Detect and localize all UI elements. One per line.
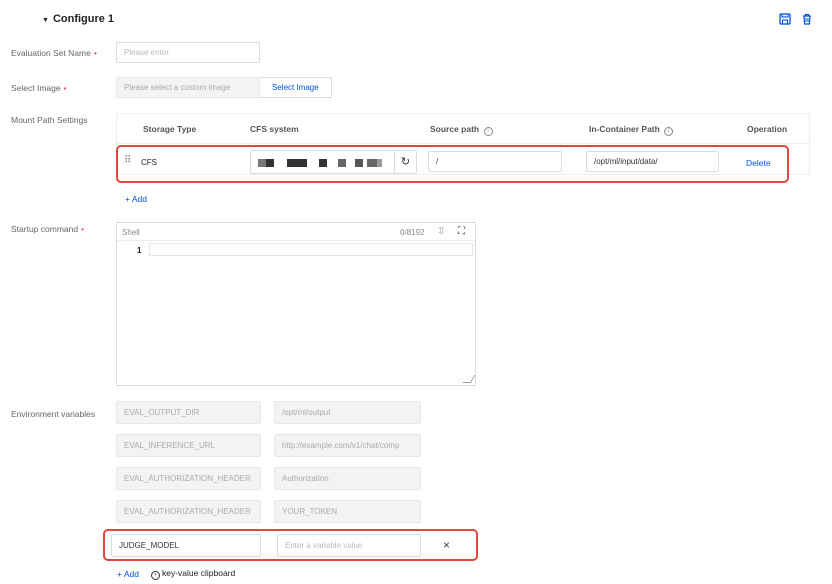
storage-type-value: CFS: [141, 158, 157, 167]
env-key-input[interactable]: EVAL_INFERENCE_URL: [116, 434, 261, 457]
col-cfs-system: CFS system: [250, 124, 299, 134]
source-path-input[interactable]: /: [428, 151, 562, 172]
custom-image-select[interactable]: Please select a custom image: [116, 77, 260, 98]
refresh-icon[interactable]: ↻: [394, 151, 416, 173]
env-value-input[interactable]: Authorization: [274, 467, 421, 490]
eval-set-name-input[interactable]: Please enter: [116, 42, 260, 63]
delete-icon[interactable]: [800, 13, 814, 27]
redacted-block: [338, 159, 346, 167]
col-operation: Operation: [747, 124, 788, 134]
redacted-block: [266, 159, 274, 167]
env-value-input[interactable]: /opt/ml/output: [274, 401, 421, 424]
select-image-label: Select Image •: [11, 83, 67, 93]
clipboard-icon: ›: [151, 571, 160, 580]
env-value-input[interactable]: YOUR_TOKEN: [274, 500, 421, 523]
col-storage-type: Storage Type: [143, 124, 197, 134]
current-line[interactable]: [149, 243, 473, 256]
section-title[interactable]: ▼ Configure 1: [42, 13, 114, 25]
redacted-block: [258, 159, 266, 167]
kv-clipboard-link[interactable]: › key-value clipboard: [151, 568, 235, 580]
editor-language: Shell: [122, 228, 140, 237]
required-mark: •: [63, 83, 67, 93]
env-value-input-new[interactable]: Enter a variable value: [277, 534, 421, 557]
required-mark: •: [93, 48, 97, 58]
char-counter: 0/8192: [400, 228, 425, 237]
col-container-path: In-Container Path i: [589, 124, 674, 136]
mount-path-label: Mount Path Settings: [11, 115, 88, 125]
section-title-text: Configure 1: [52, 13, 115, 25]
collapse-icon[interactable]: ⇳: [437, 226, 445, 237]
redacted-block: [355, 159, 363, 167]
remove-env-icon[interactable]: ×: [443, 538, 450, 552]
redacted-block: [319, 159, 327, 167]
info-icon[interactable]: i: [483, 127, 493, 136]
delete-mount-link[interactable]: Delete: [746, 158, 771, 168]
redacted-block: [287, 159, 307, 167]
add-env-link[interactable]: + Add: [117, 569, 139, 579]
fullscreen-icon[interactable]: ⛶: [458, 226, 465, 237]
save-icon[interactable]: [778, 13, 792, 27]
line-number: 1: [137, 246, 142, 255]
env-key-input[interactable]: EVAL_AUTHORIZATION_HEADER: [116, 467, 261, 490]
table-divider: [116, 143, 810, 144]
resize-handle-icon[interactable]: [462, 375, 476, 383]
add-mount-link[interactable]: + Add: [125, 194, 147, 204]
drag-handle-icon[interactable]: ⠿: [124, 155, 131, 166]
redacted-block: [367, 159, 377, 167]
env-value-input[interactable]: http://example.com/v1/chat/comp: [274, 434, 421, 457]
env-key-input[interactable]: EVAL_AUTHORIZATION_HEADER: [116, 500, 261, 523]
editor-toolbar: Shell 0/8192 ⇳ ⛶: [117, 223, 475, 241]
container-path-input[interactable]: /opt/ml/input/data/: [586, 151, 719, 172]
required-mark: •: [81, 224, 85, 234]
col-source-path: Source path i: [430, 124, 493, 136]
env-key-input-new[interactable]: JUDGE_MODEL: [111, 534, 261, 557]
info-icon[interactable]: i: [664, 127, 674, 136]
startup-command-label: Startup command •: [11, 224, 85, 234]
redacted-block: [377, 159, 382, 167]
env-key-input[interactable]: EVAL_OUTPUT_DIR: [116, 401, 261, 424]
eval-set-name-label: Evaluation Set Name •: [11, 48, 97, 58]
env-vars-label: Environment variables: [11, 409, 96, 419]
select-image-button[interactable]: Select Image: [260, 77, 332, 98]
cfs-system-select[interactable]: ↻: [250, 150, 417, 174]
startup-command-editor[interactable]: Shell 0/8192 ⇳ ⛶ 1: [116, 222, 476, 386]
collapse-arrow-icon[interactable]: ▼: [42, 17, 49, 24]
